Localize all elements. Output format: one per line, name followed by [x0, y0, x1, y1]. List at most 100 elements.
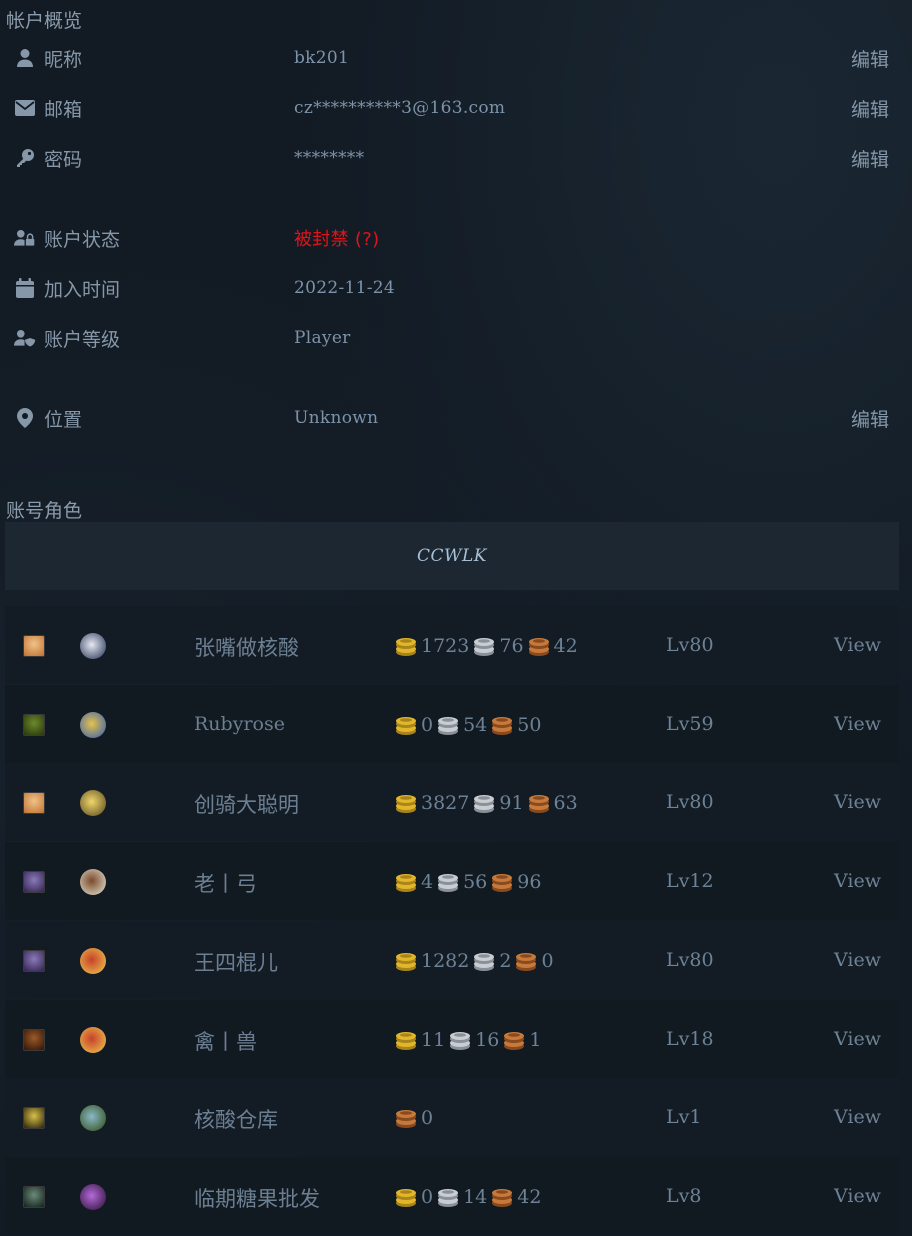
gold-value: 3827: [421, 792, 470, 815]
account-status-value[interactable]: 被封禁 (?): [294, 225, 379, 251]
silver-coin-icon: [473, 635, 495, 657]
copper-amount: 96: [491, 871, 541, 893]
copper-amount: 1: [503, 1029, 541, 1051]
email-label: 邮箱: [44, 98, 83, 121]
realm-header: CCWLK: [5, 522, 899, 590]
silver-coin-icon: [437, 714, 459, 736]
view-character-link[interactable]: View: [834, 870, 881, 892]
gold-amount: 4: [395, 871, 433, 893]
copper-coin-icon: [503, 1029, 525, 1051]
gold-coin-icon: [395, 1029, 417, 1051]
copper-value: 42: [517, 1185, 542, 1208]
copper-value: 96: [517, 871, 542, 894]
join-date-row: 加入时间 2022-11-24: [0, 268, 912, 308]
email-row: 邮箱 cz**********3@163.com 编辑: [0, 88, 912, 128]
silver-value: 56: [463, 871, 488, 894]
view-character-link[interactable]: View: [834, 1028, 881, 1050]
edit-email-link[interactable]: 编辑: [851, 95, 889, 122]
character-level: Lv1: [666, 1106, 702, 1129]
view-character-link[interactable]: View: [834, 634, 881, 656]
gold-coin-icon: [395, 1186, 417, 1208]
silver-value: 91: [499, 792, 524, 815]
gold-coin-icon: [395, 714, 417, 736]
character-name: Rubyrose: [194, 712, 285, 735]
copper-value: 63: [553, 792, 578, 815]
character-money: 0 14 42: [395, 1184, 545, 1210]
copper-coin-icon: [515, 950, 537, 972]
character-row: 王四棍儿 1282 2 0 Lv80 View: [5, 920, 899, 999]
account-characters-title: 账号角色: [6, 500, 83, 522]
edit-location-link[interactable]: 编辑: [851, 405, 889, 432]
copper-amount: 0: [395, 1107, 433, 1129]
silver-coin-icon: [473, 792, 495, 814]
view-character-link[interactable]: View: [834, 791, 881, 813]
gold-amount: 3827: [395, 792, 469, 814]
character-money: 3827 91 63: [395, 790, 582, 816]
orc-male-icon: [23, 713, 45, 736]
view-character-link[interactable]: View: [834, 1185, 881, 1207]
edit-password-link[interactable]: 编辑: [851, 145, 889, 172]
account-level-row: 账户等级 Player: [0, 318, 912, 358]
character-level: Lv80: [666, 791, 714, 814]
silver-amount: 16: [449, 1029, 499, 1051]
key-icon: [14, 147, 36, 169]
view-character-link[interactable]: View: [834, 713, 881, 735]
character-name: 张嘴做核酸: [194, 636, 299, 660]
druid-icon: [80, 1026, 106, 1053]
calendar-icon: [14, 277, 36, 299]
druid-icon: [80, 947, 106, 974]
character-row: Rubyrose 0 54 50 Lv59 View: [5, 684, 899, 763]
character-money: 11 16 1: [395, 1027, 545, 1053]
gold-value: 1723: [421, 635, 470, 657]
realm-name: CCWLK: [417, 546, 487, 566]
copper-value: 1: [529, 1028, 542, 1051]
tauren-male-icon: [23, 1028, 45, 1051]
shaman-icon: [80, 711, 106, 738]
silver-amount: 14: [437, 1186, 487, 1208]
character-name: 创骑大聪明: [194, 793, 299, 818]
character-money: 0 54 50: [395, 712, 545, 738]
gold-amount: 0: [395, 1186, 433, 1208]
warlock-icon: [80, 1183, 106, 1210]
character-row: 张嘴做核酸 1723 76 42 Lv80 View: [5, 606, 899, 684]
undead-male-icon: [23, 1107, 45, 1130]
nickname-value: bk201: [294, 48, 350, 68]
password-value: ********: [294, 148, 365, 168]
copper-value: 42: [553, 635, 578, 657]
silver-coin-icon: [449, 1029, 471, 1051]
view-character-link[interactable]: View: [834, 1106, 881, 1128]
copper-value: 0: [421, 1107, 434, 1130]
email-value: cz**********3@163.com: [294, 98, 506, 118]
character-row: 禽丨兽 11 16 1 Lv18 View: [5, 999, 899, 1078]
character-row: 临期糖果批发 0 14 42 Lv8 View: [5, 1156, 899, 1235]
password-label: 密码: [44, 148, 83, 171]
edit-nickname-link[interactable]: 编辑: [851, 45, 889, 72]
copper-amount: 42: [491, 1186, 541, 1208]
nickname-label: 昵称: [44, 48, 83, 71]
character-name: 核酸仓库: [194, 1108, 278, 1133]
copper-coin-icon: [491, 1186, 513, 1208]
silver-amount: 56: [437, 871, 487, 893]
view-character-link[interactable]: View: [834, 949, 881, 971]
gold-value: 0: [421, 1185, 434, 1208]
character-level: Lv80: [666, 948, 714, 971]
character-money: 1723 76 42: [395, 633, 582, 659]
nickname-row: 昵称 bk201 编辑: [0, 38, 912, 78]
copper-value: 50: [517, 713, 542, 736]
copper-amount: 0: [515, 950, 554, 972]
character-name: 临期糖果批发: [194, 1186, 320, 1211]
join-date-value: 2022-11-24: [294, 278, 396, 298]
silver-amount: 76: [473, 635, 524, 657]
copper-amount: 63: [528, 792, 578, 814]
copper-coin-icon: [491, 714, 513, 736]
gold-value: 1282: [421, 949, 470, 972]
map-pin-icon: [14, 407, 36, 429]
silver-amount: 91: [473, 792, 524, 815]
silver-coin-icon: [473, 950, 495, 972]
gold-amount: 11: [395, 1029, 445, 1051]
human-female-icon: [23, 635, 45, 657]
silver-coin-icon: [437, 1186, 459, 1208]
copper-coin-icon: [395, 1107, 417, 1129]
character-money: 1282 2 0: [395, 948, 558, 974]
silver-value: 16: [475, 1028, 500, 1051]
